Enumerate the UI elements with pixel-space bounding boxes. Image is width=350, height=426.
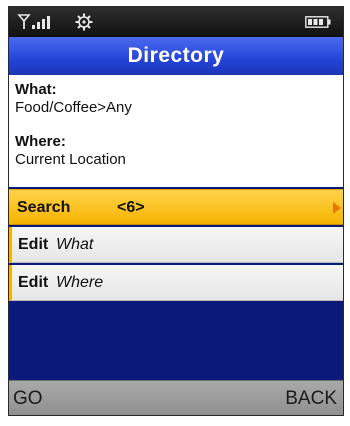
where-value: Current Location: [15, 151, 126, 168]
gear-icon: [75, 13, 93, 31]
go-softkey[interactable]: GO: [13, 381, 43, 415]
chevron-right-icon: [333, 202, 341, 214]
what-value: Food/Coffee>Any: [15, 99, 132, 116]
status-bar: [9, 7, 343, 37]
back-softkey[interactable]: BACK: [285, 381, 337, 415]
edit-where-verb: Edit: [18, 274, 49, 291]
what-label: What:: [15, 81, 57, 98]
search-menu-item[interactable]: Search <6>: [9, 189, 343, 225]
search-criteria-panel: What: Food/Coffee>Any Where: Current Loc…: [9, 75, 343, 187]
phone-screen: Directory What: Food/Coffee>Any Where: C…: [8, 6, 344, 416]
edit-what-menu-item[interactable]: Edit What: [9, 227, 343, 263]
where-label: Where:: [15, 133, 66, 150]
empty-list-area: [9, 304, 343, 380]
edit-what-verb: Edit: [18, 236, 49, 253]
edit-where-object: Where: [56, 274, 104, 291]
edit-what-object: What: [56, 236, 94, 253]
result-count: <6>: [117, 199, 145, 216]
edit-where-menu-item[interactable]: Edit Where: [9, 265, 343, 301]
battery-icon: [305, 16, 331, 28]
page-title: Directory: [9, 37, 343, 75]
softkey-bar: GO BACK: [9, 380, 343, 415]
signal-strength-icon: [17, 14, 50, 29]
search-label: Search: [17, 199, 71, 216]
